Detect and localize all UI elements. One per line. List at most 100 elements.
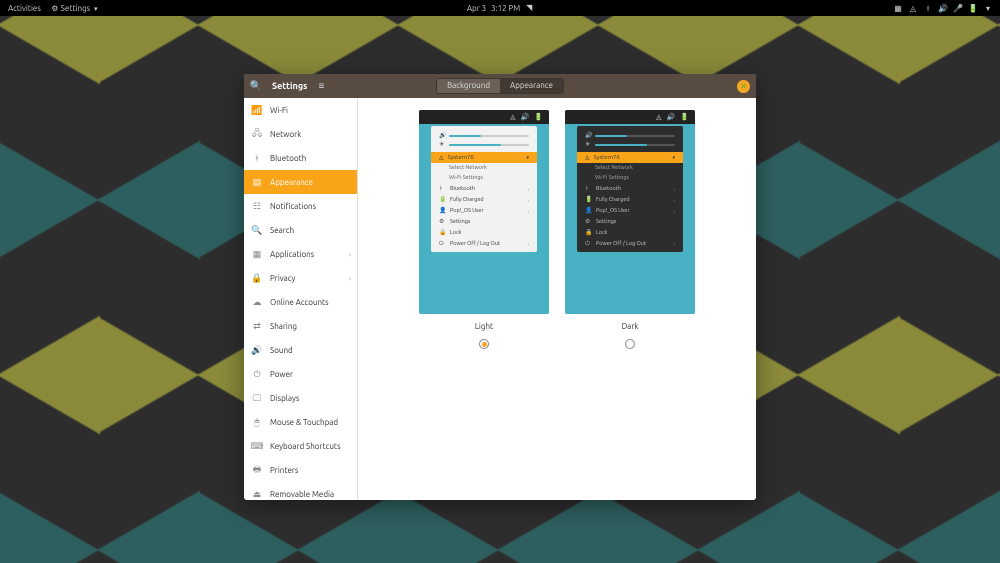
sidebar-item-label: Search (270, 226, 294, 235)
chevron-right-icon: › (349, 250, 351, 259)
theme-preview-dark[interactable]: ◬🔊🔋🔊☀◬System76▾Select NetworkWi-Fi Setti… (565, 110, 695, 314)
search-icon: 🔍 (252, 225, 262, 235)
preview-panel: 🔊☀◬System76▾Select NetworkWi-Fi Settings… (431, 126, 537, 252)
preview-topbar: ◬🔊🔋 (419, 110, 549, 124)
preview-row: ⏻Power Off / Log Out› (577, 238, 683, 250)
wifi-icon: ◬ (510, 113, 515, 121)
speaker-icon: 🔊 (252, 345, 262, 355)
gear-icon: ⚙ (439, 218, 445, 225)
sidebar-item-bluetooth[interactable]: ᚼBluetooth (244, 146, 357, 170)
battery-icon: 🔋 (680, 113, 689, 121)
theme-label-dark: Dark (622, 322, 639, 331)
sidebar-item-label: Sound (270, 346, 293, 355)
preview-row: ⏻Power Off / Log Out› (431, 238, 537, 250)
search-button[interactable]: 🔍 (244, 74, 268, 98)
preview-topbar: ◬ 🔊 🔋 (565, 110, 695, 124)
bat-icon: 🔋 (439, 196, 445, 203)
radio-dark[interactable] (625, 339, 635, 349)
system-tray[interactable]: ▦ ◬ ᚼ 🔊 🎤 🔋 ▾ (894, 4, 992, 12)
sidebar-item-label: Wi-Fi (270, 106, 288, 115)
sidebar-item-label: Network (270, 130, 301, 139)
settings-sidebar[interactable]: 📶Wi-Fi 🖧 Network ᚼBluetooth▤Appearance ☷ Noti… (244, 98, 358, 500)
gear-icon: ⚙ (585, 218, 591, 225)
bt-icon: ᚼ (439, 185, 445, 192)
clock[interactable]: Apr 3 3:12 PM ◥ (467, 4, 533, 13)
network-icon: 🖧 (252, 129, 262, 139)
wifi-icon: ◬ (439, 154, 444, 161)
sidebar-item-applications[interactable]: ▦Applications› (244, 242, 357, 266)
appearance-pane: ◬ 🔊 🔋 🔊 ☀ ◬System76▾ Select Network Wi-Fi Setti… (358, 98, 756, 500)
chevron-right-icon: › (528, 186, 529, 192)
chevron-right-icon: › (528, 241, 529, 247)
preview-select-network: Select Network (431, 163, 537, 173)
sidebar-item-appearance[interactable]: ▤Appearance (244, 170, 357, 194)
view-switcher: Background Appearance (436, 78, 564, 94)
sidebar-item-removable-media[interactable]: ⏏Removable Media (244, 482, 357, 500)
tab-appearance[interactable]: Appearance (500, 79, 563, 93)
sidebar-item-displays[interactable]: 🖵Displays (244, 386, 357, 410)
sidebar-item-privacy[interactable]: 🔒Privacy› (244, 266, 357, 290)
chevron-right-icon: › (674, 186, 675, 192)
sidebar-item-search[interactable]: 🔍 Search (244, 218, 357, 242)
wifi-icon: ◬ (585, 154, 590, 161)
keyboard-icon: ⌨ (252, 441, 262, 451)
power-icon: ⏻ (585, 240, 591, 248)
sidebar-item-mouse-touchpad[interactable]: 🖱Mouse & Touchpad (244, 410, 357, 434)
radio-light[interactable] (479, 339, 489, 349)
mouse-icon: 🖱 (252, 417, 262, 427)
preview-wifi-settings: Wi-Fi Settings (577, 173, 683, 183)
wifi-icon: ◬ (909, 4, 917, 12)
appearance-icon: ▤ (252, 177, 262, 187)
battery-icon: 🔋 (969, 4, 977, 12)
close-button[interactable]: ✕ (737, 80, 750, 93)
volume-icon: 🔊 (939, 4, 947, 12)
titlebar[interactable]: 🔍 Settings ≡ Background Appearance ✕ (244, 74, 756, 98)
sidebar-item-keyboard-shortcuts[interactable]: ⌨ Keyboard Shortcuts (244, 434, 357, 458)
sidebar-item-sharing[interactable]: ⇄Sharing (244, 314, 357, 338)
chevron-down-icon: ▾ (526, 154, 529, 161)
brightness-icon: ☀ (585, 141, 591, 148)
activities-button[interactable]: Activities (8, 4, 41, 13)
chevron-down-icon: ▾ (672, 154, 675, 161)
sidebar-item-label: Notifications (270, 202, 316, 211)
preview-row: 🔒Lock (577, 227, 683, 238)
sidebar-item-notifications[interactable]: ☷ Notifications (244, 194, 357, 218)
sidebar-item-label: Bluetooth (270, 154, 306, 163)
lock-icon: 🔒 (252, 273, 262, 283)
lock-icon: 🔒 (585, 229, 591, 236)
preview-brightness-slider: ☀ (577, 140, 683, 149)
sidebar-item-sound[interactable]: 🔊 Sound (244, 338, 357, 362)
window-title: Settings (272, 81, 307, 91)
volume-icon: 🔊 (585, 132, 591, 139)
hamburger-button[interactable]: ≡ (309, 74, 333, 98)
sidebar-item-label: Displays (270, 394, 299, 403)
brightness-icon: ☀ (439, 141, 445, 148)
sidebar-item-label: Privacy (270, 274, 295, 283)
sidebar-item-label: Keyboard Shortcuts (270, 442, 341, 451)
tab-background[interactable]: Background (437, 79, 500, 93)
sidebar-item-network[interactable]: 🖧 Network (244, 122, 357, 146)
app-menu[interactable]: ⚙ Settings (51, 4, 98, 13)
battery-icon: 🔋 (534, 113, 543, 121)
preview-volume-slider: 🔊 (431, 131, 537, 140)
preview-row: 🔋Fully Charged› (431, 194, 537, 205)
bt-icon: ᚼ (585, 185, 591, 192)
chevron-down-icon: ▾ (984, 4, 992, 12)
power-icon: ⏻ (252, 369, 262, 379)
volume-icon: 🔊 (439, 132, 445, 139)
gnome-topbar: Activities ⚙ Settings Apr 3 3:12 PM ◥ ▦ … (0, 0, 1000, 16)
sidebar-item-online-accounts[interactable]: ☁Online Accounts (244, 290, 357, 314)
theme-preview-light[interactable]: ◬🔊🔋🔊☀◬System76▾Select NetworkWi-Fi Setti… (419, 110, 549, 314)
wifi-icon: ◬ (656, 113, 661, 121)
sidebar-item-wi-fi[interactable]: 📶Wi-Fi (244, 98, 357, 122)
volume-icon: 🔊 (667, 113, 676, 121)
bell-icon: ☷ (252, 201, 262, 211)
preview-row: ⚙Settings (577, 216, 683, 227)
preview-row: ᚼBluetooth› (431, 183, 537, 194)
sidebar-item-power[interactable]: ⏻Power (244, 362, 357, 386)
power-icon: ⏻ (439, 240, 445, 248)
sidebar-item-printers[interactable]: 🖶Printers (244, 458, 357, 482)
preview-row: ᚼBluetooth› (577, 183, 683, 194)
sidebar-item-label: Removable Media (270, 490, 334, 499)
preview-network-section: ◬System76▾ (577, 152, 683, 163)
